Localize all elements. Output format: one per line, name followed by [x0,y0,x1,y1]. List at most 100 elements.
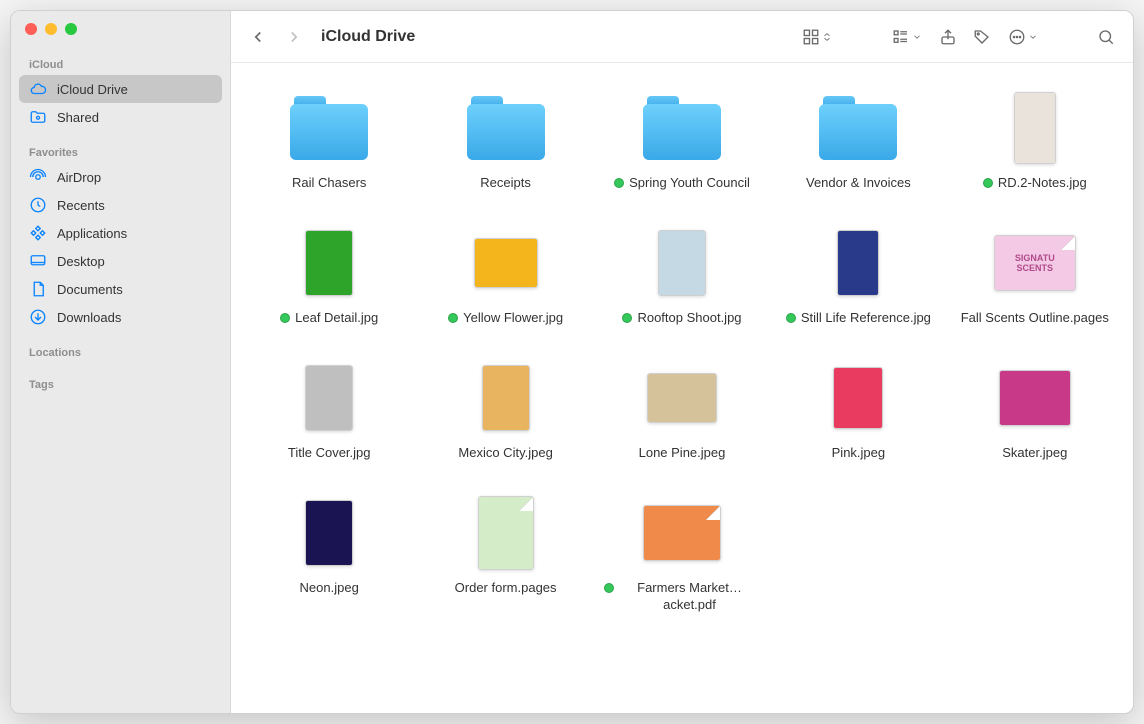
sidebar-item-label: Applications [57,226,127,241]
file-item-label: Yellow Flower.jpg [463,310,563,327]
folder-icon [641,87,723,169]
view-mode-button[interactable] [795,23,839,51]
image-thumbnail [994,357,1076,439]
image-thumbnail [288,492,370,574]
file-item-label: Pink.jpeg [832,445,885,462]
file-item-label: Neon.jpeg [300,580,359,597]
sidebar-item-label: iCloud Drive [57,82,128,97]
toolbar: iCloud Drive [231,11,1133,63]
sidebar-item-downloads[interactable]: Downloads [19,303,222,331]
sidebar-item-label: Downloads [57,310,121,325]
sidebar-section-header: iCloud [11,53,230,75]
sidebar-item-airdrop[interactable]: AirDrop [19,163,222,191]
file-item-label: Spring Youth Council [629,175,750,192]
file-item-label: Fall Scents Outline.pages [961,310,1109,327]
sidebar-section-header: Locations [11,341,230,363]
document-icon: SIGNATU SCENTS [994,222,1076,304]
sidebar-section-header: Favorites [11,141,230,163]
file-item[interactable]: Title Cover.jpg [251,357,407,462]
sidebar-item-label: Desktop [57,254,105,269]
file-item[interactable]: Pink.jpeg [780,357,936,462]
folder-icon [817,87,899,169]
tag-dot-green [983,178,993,188]
sidebar-item-applications[interactable]: Applications [19,219,222,247]
file-item-label: Mexico City.jpeg [458,445,552,462]
document-icon [641,492,723,574]
folder-shared-icon [29,108,47,126]
file-item[interactable]: Mexico City.jpeg [427,357,583,462]
document-icon [465,492,547,574]
sidebar-item-desktop[interactable]: Desktop [19,247,222,275]
file-item[interactable]: Farmers Market…acket.pdf [604,492,760,614]
file-item[interactable]: Neon.jpeg [251,492,407,614]
share-button[interactable] [933,23,963,51]
file-item-label: Skater.jpeg [1002,445,1067,462]
close-button[interactable] [25,23,37,35]
tag-dot-green [786,313,796,323]
file-item-label: Lone Pine.jpeg [639,445,726,462]
forward-button[interactable] [279,23,309,51]
tag-dot-green [448,313,458,323]
image-thumbnail [465,222,547,304]
file-item-label: Vendor & Invoices [806,175,911,192]
image-thumbnail [288,357,370,439]
tags-button[interactable] [967,23,997,51]
file-item-label: Rooftop Shoot.jpg [637,310,741,327]
cloud-icon [29,80,47,98]
sidebar-item-icloud-drive[interactable]: iCloud Drive [19,75,222,103]
clock-icon [29,196,47,214]
file-item-label: RD.2-Notes.jpg [998,175,1087,192]
sidebar-item-recents[interactable]: Recents [19,191,222,219]
main-pane: iCloud Drive [231,11,1133,713]
desktop-icon [29,252,47,270]
file-item-label: Rail Chasers [292,175,366,192]
file-item[interactable]: Rooftop Shoot.jpg [604,222,760,327]
sidebar-item-label: Documents [57,282,123,297]
file-item[interactable]: Skater.jpeg [957,357,1113,462]
search-button[interactable] [1091,23,1121,51]
airdrop-icon [29,168,47,186]
sidebar-section-header: Tags [11,373,230,395]
image-thumbnail [994,87,1076,169]
file-item[interactable]: Spring Youth Council [604,87,760,192]
file-item-label: Still Life Reference.jpg [801,310,931,327]
document-icon [29,280,47,298]
sidebar: iCloud iCloud Drive Shared Favorites AirDrop… [11,11,231,713]
tag-dot-green [614,178,624,188]
file-item[interactable]: SIGNATU SCENTS Fall Scents Outline.pages [957,222,1113,327]
image-thumbnail [817,357,899,439]
file-item[interactable]: Receipts [427,87,583,192]
file-item[interactable]: Rail Chasers [251,87,407,192]
more-button[interactable] [1001,23,1045,51]
file-item[interactable]: Leaf Detail.jpg [251,222,407,327]
file-item[interactable]: Order form.pages [427,492,583,614]
sidebar-item-label: Shared [57,110,99,125]
window-controls [11,23,230,35]
file-item[interactable]: Vendor & Invoices [780,87,936,192]
sidebar-item-shared[interactable]: Shared [19,103,222,131]
finder-window: iCloud iCloud Drive Shared Favorites AirDrop… [10,10,1134,714]
file-item-label: Farmers Market…acket.pdf [619,580,760,614]
sidebar-item-documents[interactable]: Documents [19,275,222,303]
file-item[interactable]: RD.2-Notes.jpg [957,87,1113,192]
folder-icon [288,87,370,169]
image-thumbnail [641,222,723,304]
minimize-button[interactable] [45,23,57,35]
file-item-label: Leaf Detail.jpg [295,310,378,327]
image-thumbnail [465,357,547,439]
back-button[interactable] [243,23,273,51]
tag-dot-green [280,313,290,323]
group-button[interactable] [885,23,929,51]
file-item[interactable]: Still Life Reference.jpg [780,222,936,327]
folder-icon [465,87,547,169]
download-icon [29,308,47,326]
file-grid: Rail Chasers Receipts Spring Youth Council… [231,63,1133,713]
sidebar-item-label: AirDrop [57,170,101,185]
file-item[interactable]: Yellow Flower.jpg [427,222,583,327]
window-title: iCloud Drive [321,28,415,46]
file-item[interactable]: Lone Pine.jpeg [604,357,760,462]
maximize-button[interactable] [65,23,77,35]
image-thumbnail [288,222,370,304]
file-item-label: Receipts [480,175,531,192]
apps-icon [29,224,47,242]
